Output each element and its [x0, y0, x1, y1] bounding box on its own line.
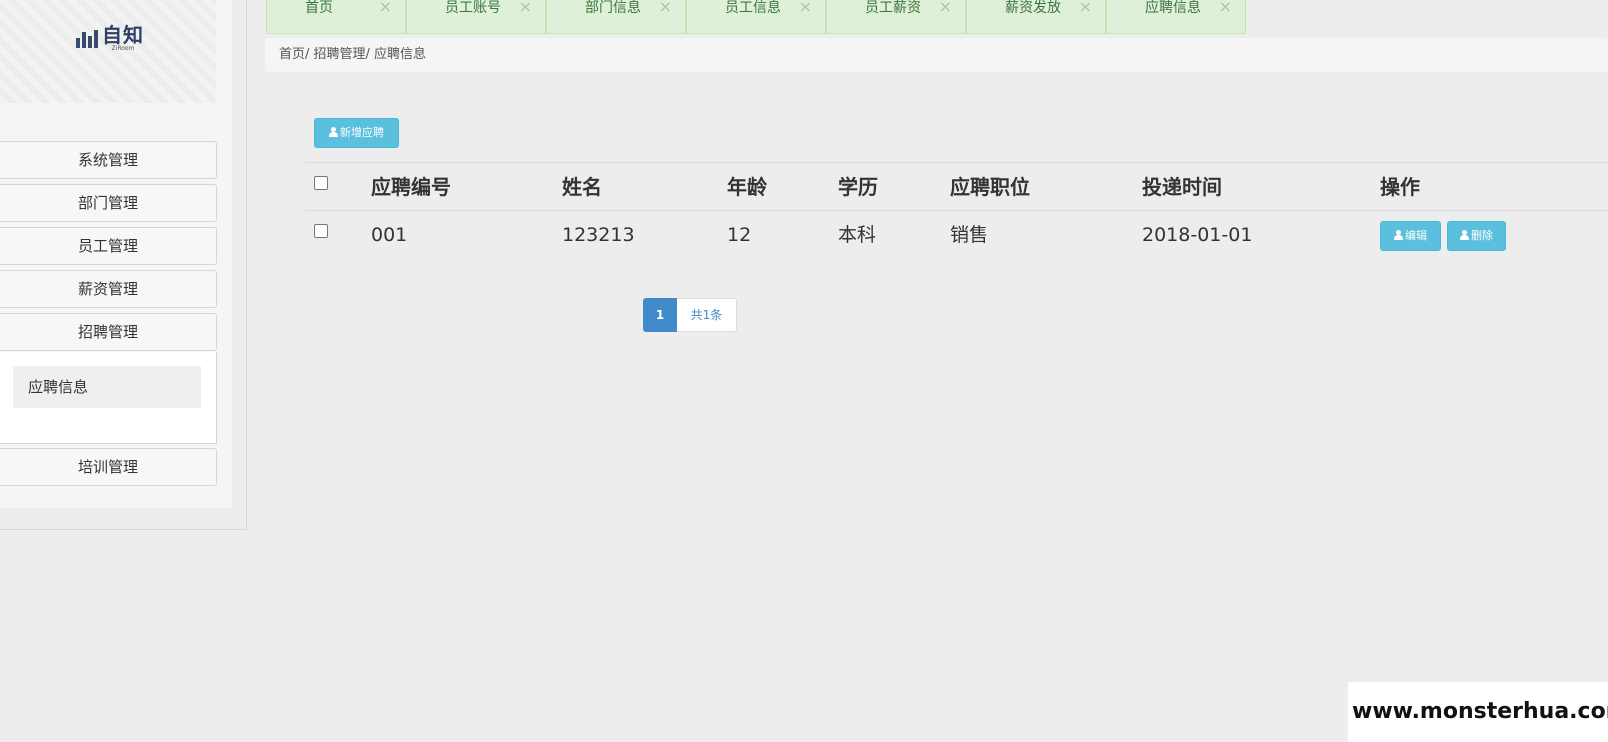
cell-date: 2018-01-01: [1142, 224, 1253, 246]
tab-applicant-info[interactable]: 应聘信息 ×: [1106, 0, 1246, 34]
cell-education: 本科: [838, 224, 877, 246]
tab-label: 首页: [305, 0, 333, 16]
header-age: 年龄: [727, 175, 767, 199]
cell-age: 12: [727, 224, 752, 246]
tab-employee-info[interactable]: 员工信息 ×: [686, 0, 826, 34]
pagination: 1 共1条: [643, 298, 737, 332]
logo-subtext: ZiRoom: [111, 45, 135, 52]
sidebar-item-training[interactable]: 培训管理: [0, 448, 217, 486]
tab-bar: 首页 × 员工账号 × 部门信息 × 员工信息 × 员工薪资 × 薪资发放 × 应聘信息 ×: [266, 0, 1246, 34]
sidebar: 自知 ZiRoom 系统管理 部门管理 员工管理 薪资管理 招聘管理 应聘信息 …: [0, 0, 247, 530]
tab-label: 部门信息: [585, 0, 641, 16]
table-row: 001 123213 12 本科 销售 2018-01-01 编辑 删除: [305, 210, 1608, 258]
sidebar-panel: 自知 ZiRoom 系统管理 部门管理 员工管理 薪资管理 招聘管理 应聘信息 …: [0, 0, 232, 508]
user-icon: [1460, 230, 1469, 240]
cell-name: 123213: [562, 224, 635, 246]
applicant-table: 应聘编号 姓名 年龄 学历 应聘职位 投递时间 操作 001 123213 12…: [305, 162, 1608, 258]
header-education: 学历: [838, 175, 878, 199]
sidebar-item-salary[interactable]: 薪资管理: [0, 270, 217, 308]
tab-employee-account[interactable]: 员工账号 ×: [406, 0, 546, 34]
add-applicant-button[interactable]: 新增应聘: [314, 118, 399, 148]
delete-label: 删除: [1471, 229, 1493, 242]
logo-text-group: 自知 ZiRoom: [102, 25, 144, 52]
header-actions: 操作: [1380, 175, 1420, 199]
tab-employee-salary[interactable]: 员工薪资 ×: [826, 0, 966, 34]
cell-position: 销售: [950, 224, 989, 246]
logo-text: 自知: [102, 23, 144, 47]
watermark: www.monsterhua.com: [1348, 682, 1608, 742]
sidebar-item-employee[interactable]: 员工管理: [0, 227, 217, 265]
recruitment-submenu: 应聘信息: [0, 352, 217, 444]
header-date: 投递时间: [1142, 175, 1222, 199]
user-icon: [1394, 230, 1403, 240]
header-position: 应聘职位: [950, 175, 1030, 199]
sidebar-item-recruitment[interactable]: 招聘管理: [0, 313, 217, 351]
close-icon[interactable]: ×: [939, 0, 952, 15]
building-icon: [76, 29, 98, 48]
close-icon[interactable]: ×: [379, 0, 392, 15]
tab-department-info[interactable]: 部门信息 ×: [546, 0, 686, 34]
logo-area: 自知 ZiRoom: [0, 0, 216, 103]
delete-button[interactable]: 删除: [1447, 221, 1506, 251]
close-icon[interactable]: ×: [1079, 0, 1092, 15]
page-1-button[interactable]: 1: [643, 298, 677, 332]
tab-label: 应聘信息: [1145, 0, 1201, 16]
close-icon[interactable]: ×: [519, 0, 532, 15]
table-header-row: 应聘编号 姓名 年龄 学历 应聘职位 投递时间 操作: [305, 162, 1608, 210]
total-count: 共1条: [677, 298, 737, 332]
cell-id: 001: [371, 224, 408, 246]
edit-button[interactable]: 编辑: [1380, 221, 1441, 251]
close-icon[interactable]: ×: [799, 0, 812, 15]
close-icon[interactable]: ×: [1219, 0, 1232, 15]
close-icon[interactable]: ×: [659, 0, 672, 15]
tab-label: 员工信息: [725, 0, 781, 16]
submenu-item-applicant-info[interactable]: 应聘信息: [13, 366, 201, 408]
add-applicant-label: 新增应聘: [340, 126, 384, 139]
sidebar-item-system[interactable]: 系统管理: [0, 141, 217, 179]
select-all-checkbox[interactable]: [314, 176, 328, 190]
user-icon: [329, 127, 338, 137]
tab-label: 薪资发放: [1005, 0, 1061, 16]
breadcrumb: 首页/ 招聘管理/ 应聘信息: [265, 38, 1608, 72]
tab-home[interactable]: 首页 ×: [266, 0, 406, 34]
logo: 自知 ZiRoom: [76, 25, 144, 52]
header-name: 姓名: [562, 175, 602, 199]
app-root: 自知 ZiRoom 系统管理 部门管理 员工管理 薪资管理 招聘管理 应聘信息 …: [0, 0, 1608, 742]
tab-label: 员工薪资: [865, 0, 921, 16]
header-id: 应聘编号: [371, 175, 451, 199]
edit-label: 编辑: [1405, 229, 1427, 242]
row-checkbox[interactable]: [314, 224, 328, 238]
tab-label: 员工账号: [445, 0, 501, 16]
sidebar-item-department[interactable]: 部门管理: [0, 184, 217, 222]
tab-salary-payment[interactable]: 薪资发放 ×: [966, 0, 1106, 34]
